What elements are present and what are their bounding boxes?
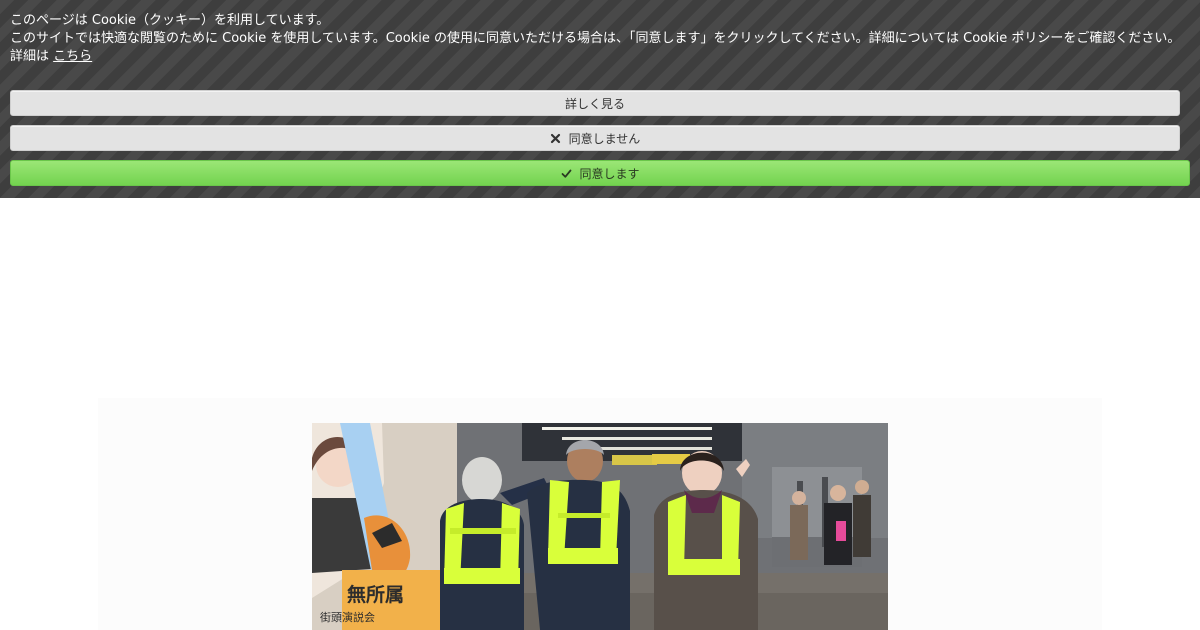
cookie-message: このページは Cookie（クッキー）を利用しています。 このサイトでは快適な閲… bbox=[10, 12, 1190, 66]
poster-text-main: 無所属 bbox=[347, 583, 404, 606]
accept-button[interactable]: 同意します bbox=[10, 160, 1190, 186]
poster-text-sub: 街頭演説会 bbox=[320, 610, 375, 624]
decline-button[interactable]: 同意しません bbox=[10, 125, 1180, 151]
cookie-consent-banner: このページは Cookie（クッキー）を利用しています。 このサイトでは快適な閲… bbox=[0, 0, 1200, 198]
learn-more-label: 詳しく見る bbox=[564, 96, 625, 111]
cookie-description: このサイトでは快適な閲覧のために Cookie を使用しています。Cookie … bbox=[10, 31, 1181, 46]
campaign-photo: 無所属 街頭演説会 bbox=[312, 423, 888, 630]
cookie-details-row: 詳細は こちら bbox=[10, 48, 1190, 66]
decline-label: 同意しません bbox=[568, 131, 641, 146]
cookie-details-prefix: 詳細は bbox=[10, 49, 50, 64]
accept-label: 同意します bbox=[579, 166, 640, 181]
learn-more-button[interactable]: 詳しく見る bbox=[10, 90, 1180, 116]
cookie-details-link[interactable]: こちら bbox=[53, 49, 92, 64]
check-icon bbox=[560, 167, 572, 179]
cookie-title: このページは Cookie（クッキー）を利用しています。 bbox=[10, 13, 330, 28]
close-icon bbox=[550, 132, 562, 144]
campaign-photo-graphic: 無所属 街頭演説会 bbox=[312, 423, 888, 630]
